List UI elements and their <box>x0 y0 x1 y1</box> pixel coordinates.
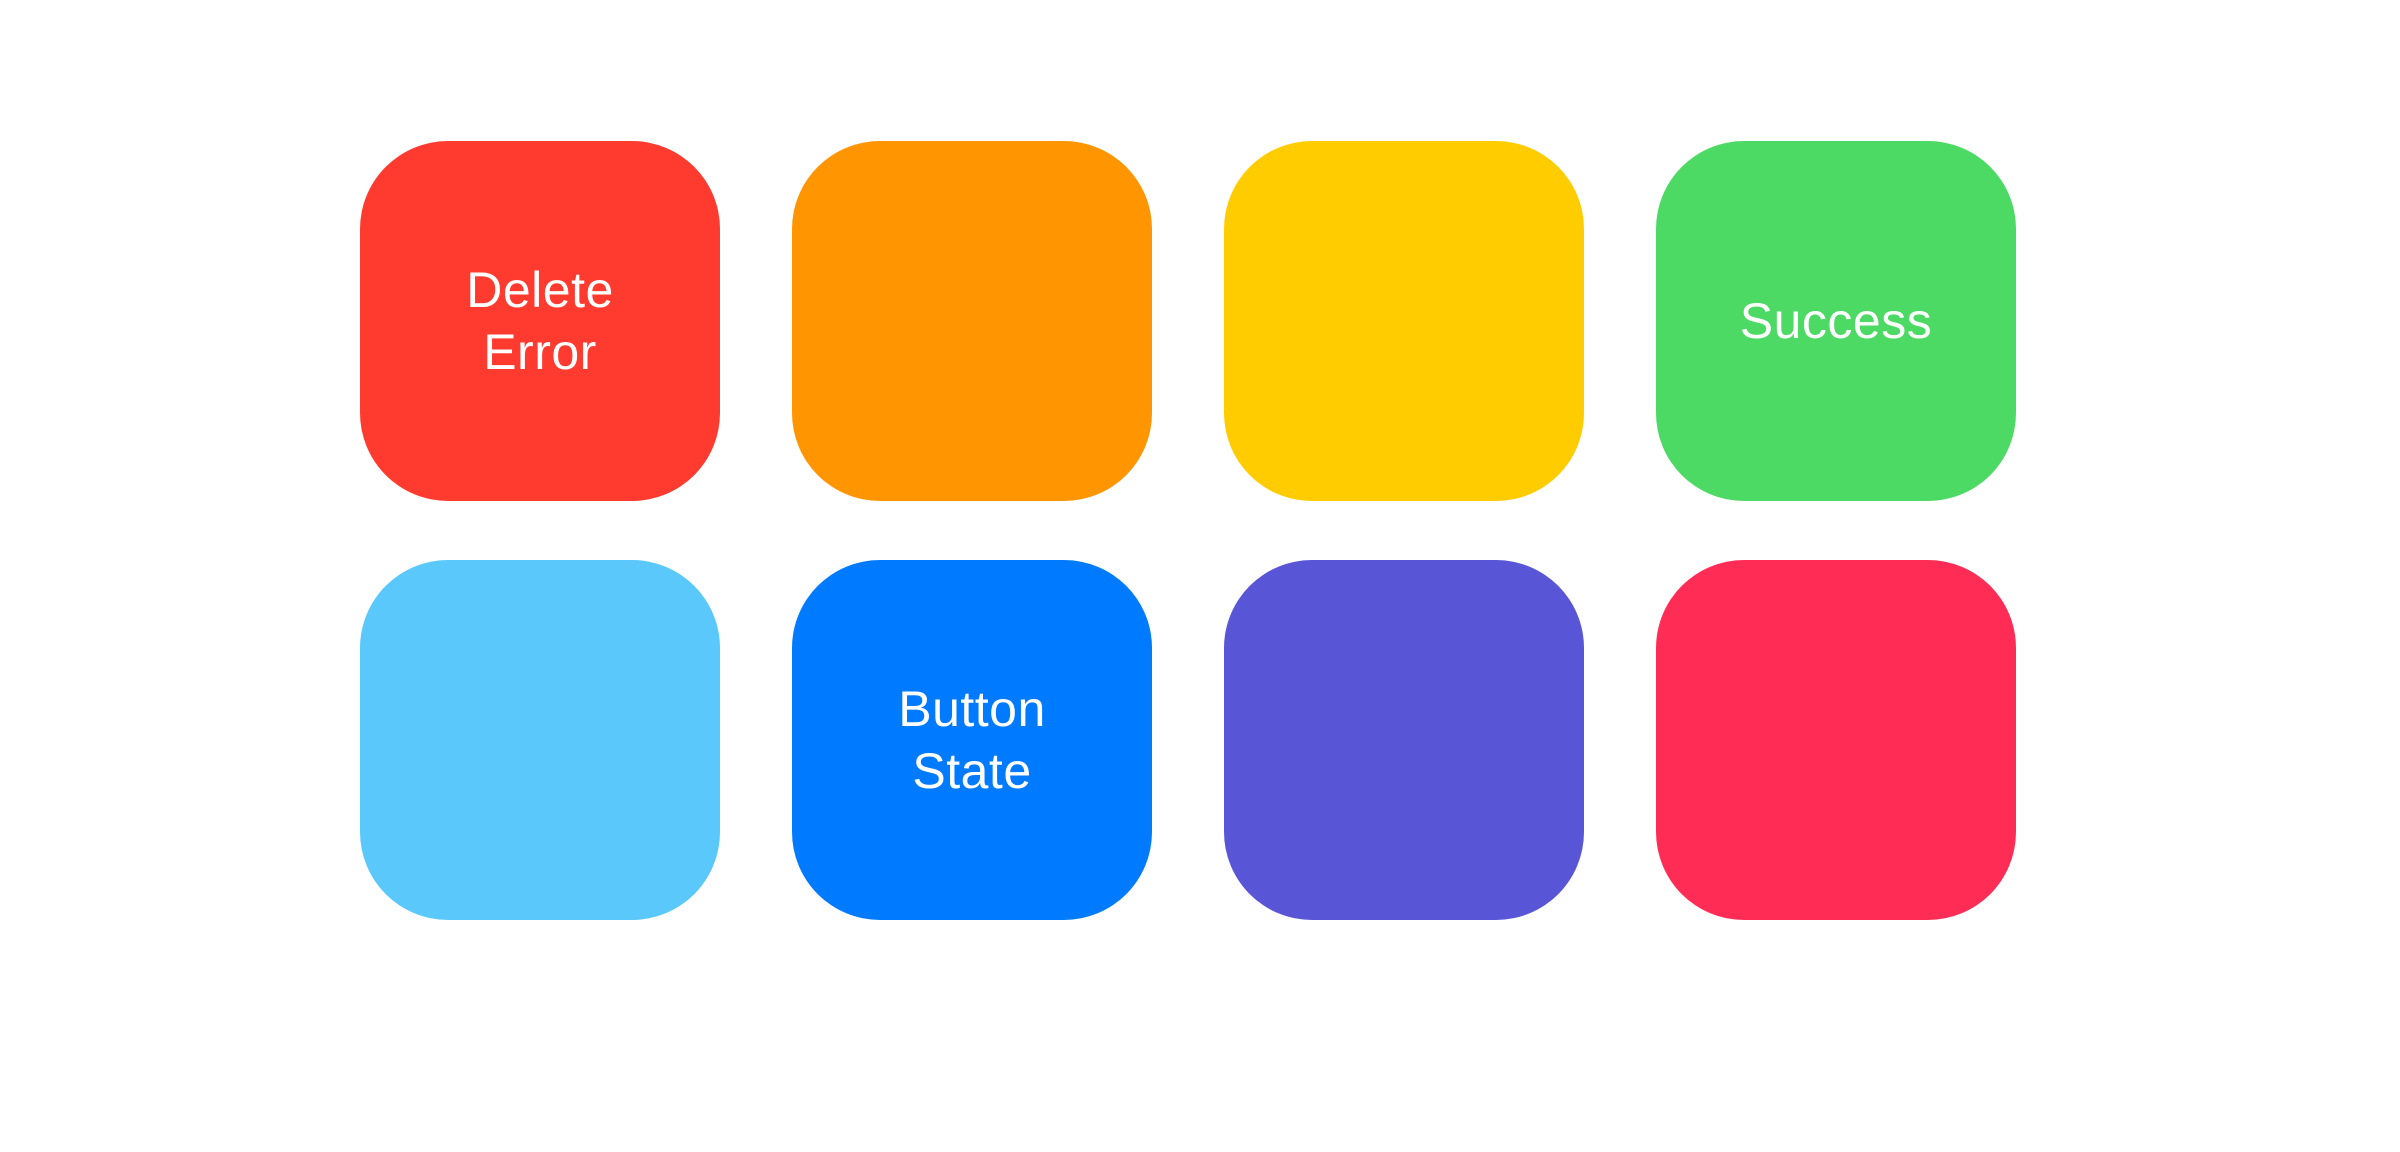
tile-orange[interactable] <box>792 141 1152 501</box>
tile-green-success[interactable]: Success <box>1656 141 2016 501</box>
tile-pink[interactable] <box>1656 560 2016 920</box>
tile-yellow[interactable] <box>1224 141 1584 501</box>
tile-purple[interactable] <box>1224 560 1584 920</box>
tile-label: Success <box>1739 293 1933 349</box>
tile-blue-button-state[interactable]: Button State <box>792 560 1152 920</box>
tile-light-blue[interactable] <box>360 560 720 920</box>
tile-label: Button State <box>898 681 1046 799</box>
tile-red-delete-error[interactable]: Delete Error <box>360 141 720 501</box>
tile-label: Delete Error <box>466 262 614 380</box>
